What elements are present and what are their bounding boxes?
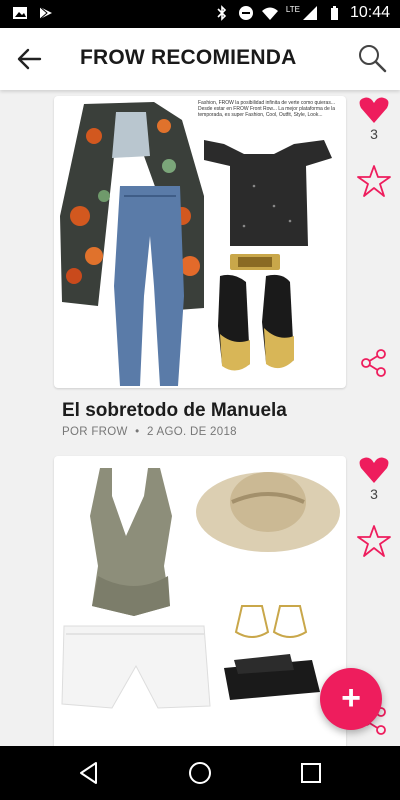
outfit-image — [61, 468, 340, 709]
battery-icon — [330, 6, 338, 20]
network-label: LTE — [285, 4, 300, 14]
post-meta: POR FROW • 2 AGO. DE 2018 — [62, 426, 237, 438]
star-icon[interactable] — [357, 164, 391, 198]
like-count: 3 — [370, 486, 378, 502]
back-arrow-icon[interactable] — [14, 45, 46, 73]
nav-back-icon[interactable] — [76, 760, 102, 786]
add-button[interactable]: + — [320, 668, 382, 730]
image-caption: Fashion, FROW la posibilidad infinita de… — [198, 100, 336, 118]
status-bar: LTE 10:44 — [0, 0, 400, 28]
post-card[interactable] — [54, 456, 346, 746]
outfit-image: Fashion, FROW la posibilidad infinita de… — [60, 100, 336, 386]
post-date: 2 AGO. DE 2018 — [146, 426, 237, 438]
dnd-icon — [238, 6, 253, 20]
wifi-icon — [261, 7, 278, 20]
star-icon[interactable] — [357, 524, 391, 558]
like-count: 3 — [370, 126, 378, 142]
page-title: FROW RECOMIENDA — [80, 46, 297, 69]
nav-recents-icon[interactable] — [298, 760, 324, 786]
meta-separator: • — [135, 426, 140, 438]
post-card[interactable]: Fashion, FROW la posibilidad infinita de… — [54, 96, 346, 388]
post-title[interactable]: El sobretodo de Manuela — [62, 400, 287, 422]
heart-icon[interactable] — [358, 96, 390, 124]
play-store-icon — [39, 6, 52, 20]
feed[interactable]: Fashion, FROW la posibilidad infinita de… — [0, 90, 400, 746]
status-time: 10:44 — [349, 4, 390, 21]
image-icon — [13, 7, 27, 19]
post-author: POR FROW — [62, 426, 128, 438]
signal-icon — [302, 6, 317, 20]
nav-home-icon[interactable] — [187, 760, 213, 786]
plus-icon: + — [341, 678, 361, 717]
search-icon[interactable] — [356, 42, 388, 74]
post-actions: 3 — [354, 96, 394, 388]
heart-icon[interactable] — [358, 456, 390, 484]
share-icon[interactable] — [359, 348, 389, 378]
bluetooth-icon — [217, 5, 227, 21]
navigation-bar — [0, 746, 400, 800]
app-bar: FROW RECOMIENDA — [0, 28, 400, 90]
